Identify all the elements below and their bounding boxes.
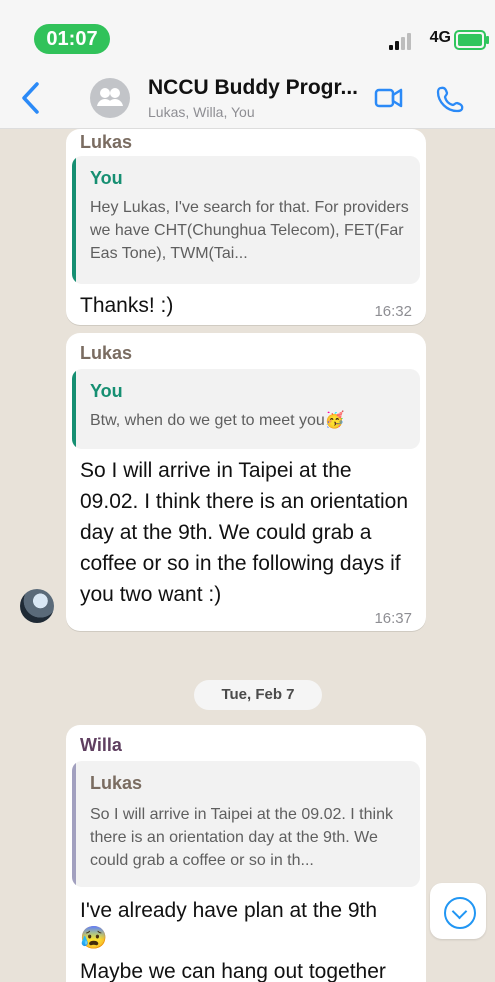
chevron-down-icon <box>444 897 476 929</box>
message-sender: Lukas <box>80 132 133 152</box>
video-call-icon[interactable] <box>371 80 407 116</box>
message-bubble[interactable]: Lukas You Btw, when do we get to meet yo… <box>66 333 426 631</box>
quote-sender: You <box>90 168 123 188</box>
message-sender: Willa <box>80 735 122 755</box>
status-bar: 01:07 4G <box>0 0 495 68</box>
battery-icon <box>454 30 489 50</box>
signal-strength-icon <box>389 30 417 50</box>
network-type: 4G <box>429 29 451 46</box>
scroll-to-bottom-button[interactable] <box>430 883 486 939</box>
message-text: So I will arrive in Taipei at the 09.02.… <box>80 459 409 606</box>
quoted-reply[interactable]: You Btw, when do we get to meet you🥳 <box>72 369 420 449</box>
group-avatar[interactable] <box>90 78 130 118</box>
message-text: Thanks! :) <box>80 294 174 317</box>
message-sender: Lukas <box>80 343 133 363</box>
chat-title[interactable]: NCCU Buddy Progr... <box>148 76 358 100</box>
chat-header: NCCU Buddy Progr... Lukas, Willa, You <box>0 68 495 129</box>
chat-participants: Lukas, Willa, You <box>148 104 255 120</box>
status-time: 01:07 <box>34 24 110 54</box>
quote-sender: Lukas <box>90 773 143 793</box>
quote-sender: You <box>90 381 123 401</box>
quoted-reply[interactable]: Lukas So I will arrive in Taipei at the … <box>72 761 420 887</box>
message-bubble[interactable]: Lukas You Hey Lukas, I've search for tha… <box>66 129 426 325</box>
group-people-icon <box>97 88 123 106</box>
message-emoji: 😰 <box>80 925 108 950</box>
quote-text: Btw, when do we get to meet you🥳 <box>90 412 345 429</box>
chat-area[interactable]: Lukas You Hey Lukas, I've search for tha… <box>0 129 495 982</box>
sender-avatar[interactable] <box>20 589 54 623</box>
quote-bar <box>72 761 76 887</box>
quoted-reply[interactable]: You Hey Lukas, I've search for that. For… <box>72 156 420 284</box>
back-chevron-icon[interactable] <box>16 80 46 116</box>
message-bubble[interactable]: Willa Lukas So I will arrive in Taipei a… <box>66 725 426 982</box>
quote-text: Hey Lukas, I've search for that. For pro… <box>90 199 409 262</box>
quote-bar <box>72 156 76 284</box>
quote-bar <box>72 369 76 449</box>
message-time: 16:37 <box>374 610 412 627</box>
message-time: 16:32 <box>374 303 412 320</box>
quote-text: So I will arrive in Taipei at the 09.02.… <box>90 806 393 869</box>
phone-call-icon[interactable] <box>433 80 469 116</box>
message-text-line-3: Maybe we can hang out together <box>80 960 386 982</box>
date-divider: Tue, Feb 7 <box>194 680 322 710</box>
